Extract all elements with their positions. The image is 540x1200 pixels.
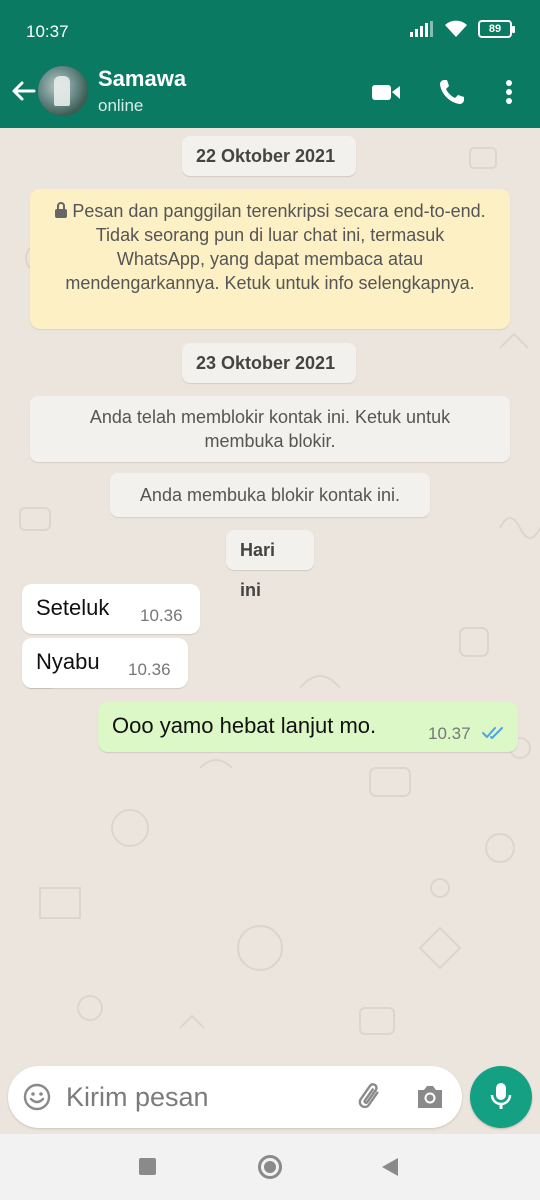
recent-apps-icon[interactable]: [139, 1158, 156, 1175]
home-icon[interactable]: [258, 1155, 282, 1179]
emoji-icon[interactable]: [22, 1082, 52, 1112]
date-chip: 22 Oktober 2021: [182, 136, 356, 176]
encryption-notice-text: Pesan dan panggilan terenkripsi secara e…: [65, 201, 486, 293]
wifi-icon: [445, 20, 467, 37]
system-navigation-bar: [0, 1134, 540, 1200]
message-bubble-incoming[interactable]: Nyabu 10.36: [22, 638, 188, 688]
contact-status: online: [98, 96, 144, 115]
contact-name[interactable]: Samawa: [98, 66, 186, 92]
message-text: Ooo yamo hebat lanjut mo.: [112, 713, 377, 738]
microphone-icon: [490, 1083, 512, 1109]
message-bubble-incoming[interactable]: Seteluk 10.36: [22, 584, 200, 634]
message-bubble-outgoing[interactable]: Ooo yamo hebat lanjut mo. 10.37: [98, 702, 518, 752]
message-input[interactable]: [66, 1078, 326, 1116]
phone-call-icon[interactable]: [436, 76, 468, 108]
read-receipt-icon: [482, 727, 503, 739]
chat-area[interactable]: 22 Oktober 2021 Pesan dan panggilan tere…: [0, 128, 540, 1064]
message-text: Seteluk: [36, 595, 110, 620]
unblocked-notice-text: Anda membuka blokir kontak ini.: [139, 485, 401, 505]
voice-message-button[interactable]: [470, 1066, 532, 1128]
chat-header: Samawa online: [0, 62, 540, 128]
back-arrow-icon[interactable]: [8, 76, 38, 106]
battery-indicator: 89: [478, 20, 515, 38]
back-nav-icon[interactable]: [380, 1156, 400, 1178]
camera-icon[interactable]: [414, 1082, 446, 1112]
date-chip: 23 Oktober 2021: [182, 343, 356, 383]
signal-icon: [410, 21, 433, 37]
status-time: 10:37: [26, 22, 69, 41]
message-time: 10.37: [428, 724, 471, 743]
more-options-icon[interactable]: [493, 76, 525, 108]
attachment-icon[interactable]: [354, 1080, 386, 1114]
lock-icon: [55, 202, 68, 218]
blocked-notice-text: Anda telah memblokir kontak ini. Ketuk u…: [89, 407, 451, 451]
unblocked-notice: Anda membuka blokir kontak ini.: [110, 473, 430, 517]
message-composer: [8, 1066, 462, 1128]
video-call-icon[interactable]: [370, 76, 402, 108]
avatar[interactable]: [38, 66, 88, 116]
message-time: 10.36: [128, 660, 171, 679]
encryption-notice[interactable]: Pesan dan panggilan terenkripsi secara e…: [30, 189, 510, 329]
status-bar: 10:37 89: [0, 0, 540, 62]
date-chip: Hari ini: [226, 530, 314, 600]
message-time: 10.36: [140, 606, 183, 625]
message-text: Nyabu: [36, 649, 100, 674]
status-icons: 89: [410, 20, 515, 38]
blocked-notice[interactable]: Anda telah memblokir kontak ini. Ketuk u…: [30, 396, 510, 462]
